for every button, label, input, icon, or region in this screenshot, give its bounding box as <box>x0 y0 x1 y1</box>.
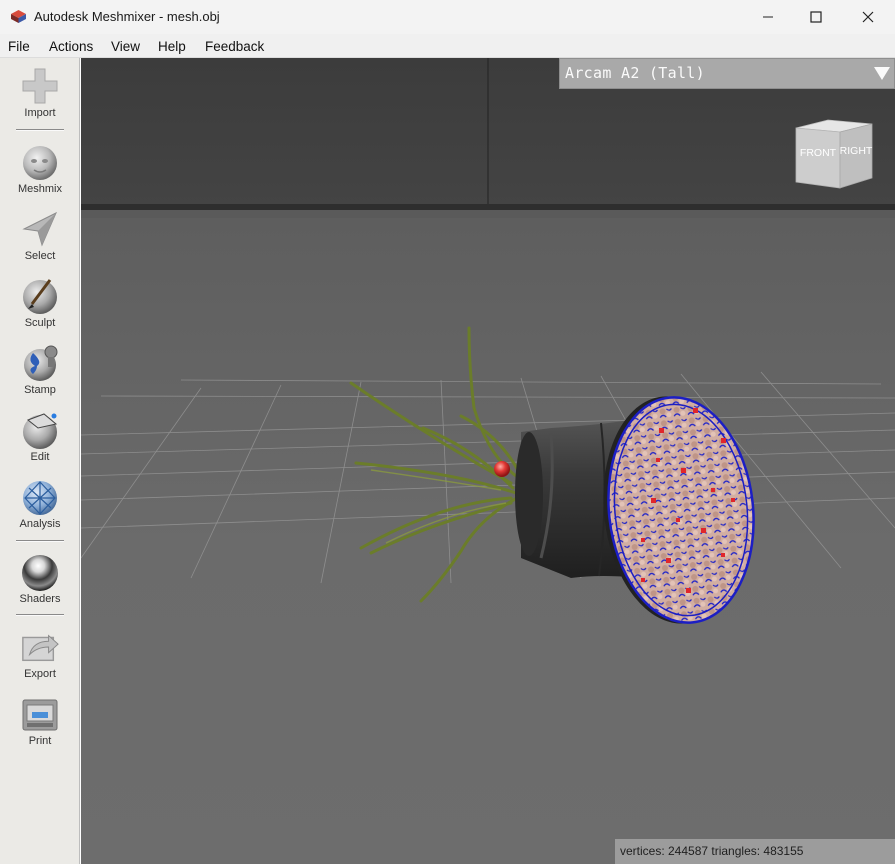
toolbar-divider <box>16 614 64 616</box>
maximize-icon <box>810 11 822 23</box>
import-label: Import <box>24 107 56 119</box>
view-cube[interactable]: FRONT RIGHT <box>794 118 874 190</box>
export-icon <box>20 627 60 667</box>
toolbar-divider <box>16 129 64 131</box>
analysis-label: Analysis <box>19 518 61 530</box>
menu-feedback[interactable]: Feedback <box>205 39 264 54</box>
window-title: Autodesk Meshmixer - mesh.obj <box>34 9 220 24</box>
menu-bar: File Actions View Help Feedback <box>0 34 895 58</box>
edit-button[interactable]: Edit <box>0 410 80 463</box>
view-cube-right-label: RIGHT <box>840 145 873 157</box>
select-label: Select <box>24 250 56 262</box>
maximize-button[interactable] <box>793 0 839 34</box>
shaders-button[interactable]: Shaders <box>0 552 80 605</box>
import-button[interactable]: Import <box>0 66 80 119</box>
printer-select[interactable]: Arcam A2 (Tall) <box>559 58 895 89</box>
mesh-stats-bar: vertices: 244587 triangles: 483155 <box>615 839 895 864</box>
view-cube-front-label: FRONT <box>800 147 837 159</box>
meshmix-button[interactable]: Meshmix <box>0 142 80 195</box>
menu-view[interactable]: View <box>111 39 140 54</box>
chrome-sphere-icon <box>20 552 60 592</box>
3d-viewport[interactable]: Arcam A2 (Tall) FRONT RIGHT vertices: 24… <box>81 58 895 864</box>
close-button[interactable] <box>845 0 891 34</box>
analysis-sphere-icon <box>20 477 60 517</box>
select-button[interactable]: Select <box>0 209 80 262</box>
minimize-button[interactable] <box>745 0 791 34</box>
analysis-button[interactable]: Analysis <box>0 477 80 530</box>
printer-select-value: Arcam A2 (Tall) <box>565 64 705 82</box>
toolbar-divider <box>16 540 64 542</box>
menu-help[interactable]: Help <box>158 39 186 54</box>
brush-sphere-icon <box>20 276 60 316</box>
mesh-stats-text: vertices: 244587 triangles: 483155 <box>620 844 804 858</box>
bunny-head-icon <box>20 142 60 182</box>
close-icon <box>862 11 874 23</box>
stamp-label: Stamp <box>24 384 56 396</box>
shaders-label: Shaders <box>19 593 61 605</box>
print-button[interactable]: Print <box>0 694 80 747</box>
sculpt-label: Sculpt <box>24 317 56 329</box>
arrow-cursor-icon <box>20 209 60 249</box>
tool-sidebar: Import Meshmix Select Sculpt Stamp Edit … <box>0 58 80 864</box>
title-bar: Autodesk Meshmixer - mesh.obj <box>0 0 895 34</box>
menu-file[interactable]: File <box>8 39 30 54</box>
edit-label: Edit <box>30 451 50 463</box>
sculpt-button[interactable]: Sculpt <box>0 276 80 329</box>
print-label: Print <box>28 735 52 747</box>
minimize-icon <box>763 16 773 18</box>
stamp-icon <box>20 343 60 383</box>
stamp-button[interactable]: Stamp <box>0 343 80 396</box>
chevron-down-icon <box>874 67 890 80</box>
edit-sphere-icon <box>20 410 60 450</box>
plus-icon <box>20 66 60 106</box>
scene-render <box>81 58 895 864</box>
meshmix-label: Meshmix <box>17 183 62 195</box>
menu-actions[interactable]: Actions <box>49 39 93 54</box>
export-button[interactable]: Export <box>0 627 80 680</box>
printer-icon <box>20 694 60 734</box>
export-label: Export <box>24 668 56 680</box>
meshmixer-logo-icon <box>11 10 26 23</box>
